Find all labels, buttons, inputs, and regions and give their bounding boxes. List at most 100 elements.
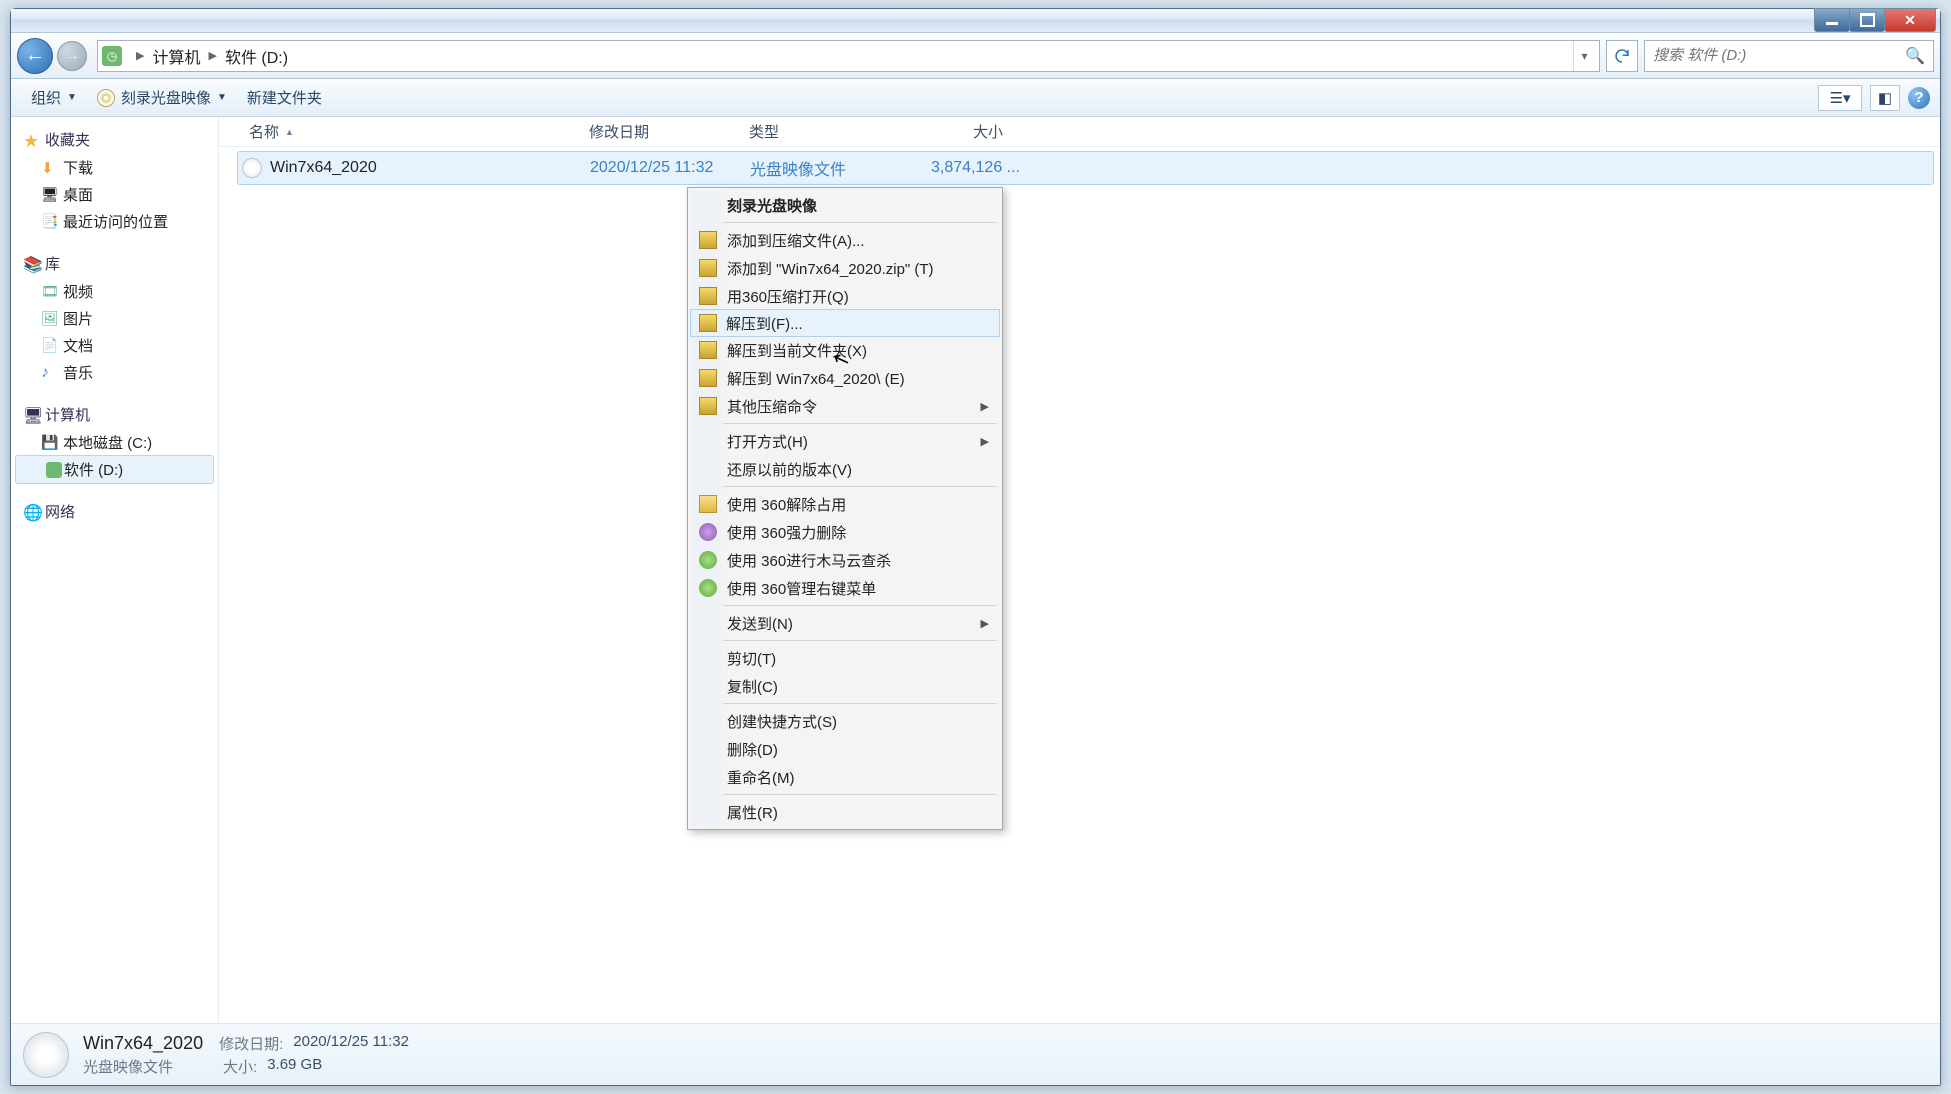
file-list-area: 名称▲ 修改日期 类型 大小 Win7x64_2020 2020/12/25 1… xyxy=(219,117,1940,1023)
breadcrumb-root[interactable]: 计算机 xyxy=(152,44,200,68)
archive-icon xyxy=(699,259,717,277)
help-button[interactable]: ? xyxy=(1908,87,1930,109)
cm-create-shortcut[interactable]: 创建快捷方式(S) xyxy=(691,707,999,735)
archive-icon xyxy=(699,231,717,249)
cm-send-to[interactable]: 发送到(N)▶ xyxy=(691,609,999,637)
column-date[interactable]: 修改日期 xyxy=(581,121,741,142)
forward-button[interactable]: → xyxy=(57,41,87,71)
title-bar xyxy=(11,9,1940,33)
cm-cut[interactable]: 剪切(T) xyxy=(691,644,999,672)
video-icon xyxy=(41,283,59,301)
cm-add-zip[interactable]: 添加到 "Win7x64_2020.zip" (T) xyxy=(691,254,999,282)
preview-pane-button[interactable]: ◧ xyxy=(1870,85,1900,111)
file-type: 光盘映像文件 xyxy=(750,156,910,180)
cm-extract-folder[interactable]: 解压到 Win7x64_2020\ (E) xyxy=(691,364,999,392)
cm-delete[interactable]: 删除(D) xyxy=(691,735,999,763)
star-icon xyxy=(23,131,41,149)
maximize-button[interactable] xyxy=(1849,8,1885,32)
sidebar-music[interactable]: 音乐 xyxy=(11,359,218,386)
submenu-arrow-icon: ▶ xyxy=(981,400,989,413)
cm-other-zip[interactable]: 其他压缩命令▶ xyxy=(691,392,999,420)
cm-360-force-delete[interactable]: 使用 360强力删除 xyxy=(691,518,999,546)
breadcrumb-current[interactable]: 软件 (D:) xyxy=(225,44,288,68)
scan-icon xyxy=(699,551,717,569)
back-button[interactable]: ← xyxy=(17,38,53,74)
breadcrumb[interactable]: ◷ ▶ 计算机 ▶ 软件 (D:) ▾ xyxy=(97,40,1600,72)
breadcrumb-dropdown[interactable]: ▾ xyxy=(1573,41,1595,71)
archive-icon xyxy=(699,369,717,387)
sidebar-downloads[interactable]: 下载 xyxy=(11,154,218,181)
sidebar-desktop[interactable]: 桌面 xyxy=(11,181,218,208)
minimize-button[interactable] xyxy=(1814,8,1850,32)
list-icon: ☰▾ xyxy=(1830,89,1851,107)
sidebar-drive-d[interactable]: 软件 (D:) xyxy=(15,455,214,484)
sort-asc-icon: ▲ xyxy=(285,127,294,137)
cm-open-360zip[interactable]: 用360压缩打开(Q) xyxy=(691,282,999,310)
document-icon xyxy=(41,337,59,355)
picture-icon xyxy=(41,310,59,328)
column-type[interactable]: 类型 xyxy=(741,121,901,142)
nav-bar: ← → ◷ ▶ 计算机 ▶ 软件 (D:) ▾ 🔍 xyxy=(11,33,1940,79)
sidebar-computer[interactable]: 计算机 xyxy=(11,400,218,429)
cm-360-scan[interactable]: 使用 360进行木马云查杀 xyxy=(691,546,999,574)
sidebar-pictures[interactable]: 图片 xyxy=(11,305,218,332)
cm-copy[interactable]: 复制(C) xyxy=(691,672,999,700)
close-button[interactable] xyxy=(1884,8,1936,32)
sidebar-recent[interactable]: 最近访问的位置 xyxy=(11,208,218,235)
drive-icon: ◷ xyxy=(102,46,122,66)
organize-button[interactable]: 组织▼ xyxy=(21,83,87,112)
force-delete-icon xyxy=(699,523,717,541)
computer-icon xyxy=(23,406,41,424)
details-size: 3.69 GB xyxy=(267,1056,322,1077)
manage-menu-icon xyxy=(699,579,717,597)
sidebar: 收藏夹 下载 桌面 最近访问的位置 库 视频 图片 文档 音乐 计算机 本地磁盘… xyxy=(11,117,219,1023)
refresh-button[interactable] xyxy=(1606,40,1638,72)
file-size: 3,874,126 ... xyxy=(910,159,1020,177)
sidebar-videos[interactable]: 视频 xyxy=(11,278,218,305)
column-name[interactable]: 名称▲ xyxy=(241,121,581,142)
submenu-arrow-icon: ▶ xyxy=(981,617,989,630)
drive-icon xyxy=(41,434,59,452)
refresh-icon xyxy=(1613,47,1631,65)
file-date: 2020/12/25 11:32 xyxy=(590,159,750,177)
archive-icon xyxy=(699,314,717,332)
chevron-down-icon: ▼ xyxy=(67,92,77,103)
cm-extract-here[interactable]: 解压到当前文件夹(X) xyxy=(691,336,999,364)
cm-rename[interactable]: 重命名(M) xyxy=(691,763,999,791)
column-size[interactable]: 大小 xyxy=(901,121,1011,142)
cm-extract-to[interactable]: 解压到(F)... xyxy=(690,309,1000,337)
sidebar-drive-c[interactable]: 本地磁盘 (C:) xyxy=(11,429,218,456)
cm-burn-image[interactable]: 刻录光盘映像 xyxy=(691,191,999,219)
explorer-window: ← → ◷ ▶ 计算机 ▶ 软件 (D:) ▾ 🔍 组织▼ 刻录光盘映像▼ 新建… xyxy=(10,8,1941,1086)
details-title: Win7x64_2020 xyxy=(83,1033,203,1054)
cm-open-with[interactable]: 打开方式(H)▶ xyxy=(691,427,999,455)
burn-image-button[interactable]: 刻录光盘映像▼ xyxy=(87,83,237,112)
sidebar-documents[interactable]: 文档 xyxy=(11,332,218,359)
archive-icon xyxy=(699,397,717,415)
preview-icon: ◧ xyxy=(1878,89,1892,107)
library-icon xyxy=(23,255,41,273)
cm-restore-prev[interactable]: 还原以前的版本(V) xyxy=(691,455,999,483)
cm-360-menu[interactable]: 使用 360管理右键菜单 xyxy=(691,574,999,602)
recent-icon xyxy=(41,213,59,231)
sidebar-libraries[interactable]: 库 xyxy=(11,249,218,278)
search-icon[interactable]: 🔍 xyxy=(1905,46,1925,66)
sidebar-favorites[interactable]: 收藏夹 xyxy=(11,125,218,154)
cm-360-unlock[interactable]: 使用 360解除占用 xyxy=(691,490,999,518)
search-box[interactable]: 🔍 xyxy=(1644,40,1934,72)
sidebar-network[interactable]: 网络 xyxy=(11,497,218,526)
context-menu: 刻录光盘映像 添加到压缩文件(A)... 添加到 "Win7x64_2020.z… xyxy=(687,187,1003,830)
details-date: 2020/12/25 11:32 xyxy=(293,1033,409,1054)
search-input[interactable] xyxy=(1653,47,1905,64)
new-folder-button[interactable]: 新建文件夹 xyxy=(237,83,332,112)
file-row[interactable]: Win7x64_2020 2020/12/25 11:32 光盘映像文件 3,8… xyxy=(237,151,1934,185)
cm-properties[interactable]: 属性(R) xyxy=(691,798,999,826)
details-date-label: 修改日期: xyxy=(219,1033,283,1054)
file-name: Win7x64_2020 xyxy=(270,159,590,177)
unlock-icon xyxy=(699,495,717,513)
view-mode-button[interactable]: ☰▾ xyxy=(1818,85,1862,111)
cm-add-archive[interactable]: 添加到压缩文件(A)... xyxy=(691,226,999,254)
chevron-right-icon: ▶ xyxy=(136,49,144,62)
archive-icon xyxy=(699,341,717,359)
download-icon xyxy=(41,159,59,177)
